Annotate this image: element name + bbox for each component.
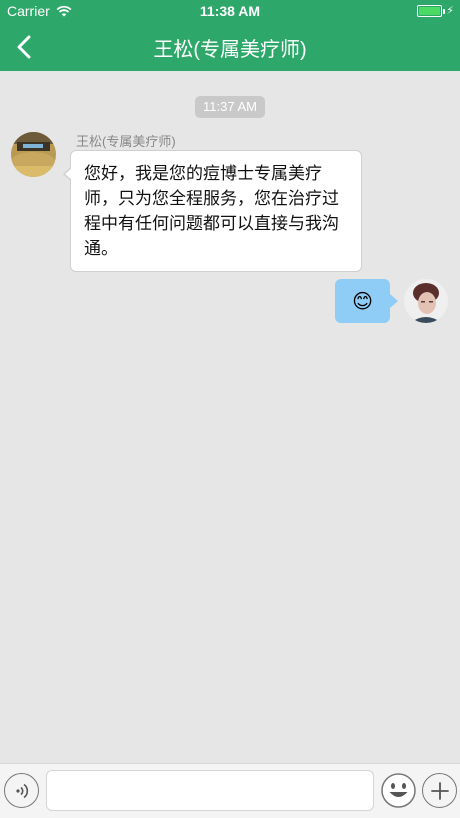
battery-icon: [417, 5, 446, 17]
battery-fill: [419, 7, 441, 15]
plus-icon: [430, 781, 449, 800]
chat-area[interactable]: 11:37 AM 王松(专属美疗师) 您好，我是您的痘博士专属美疗师，只为您全程…: [0, 71, 460, 763]
therapist-avatar[interactable]: [11, 132, 56, 177]
message-input[interactable]: [46, 770, 374, 811]
page-title: 王松(专属美疗师): [153, 39, 307, 61]
emoji-icon: [381, 773, 416, 808]
message-timestamp: 11:37 AM: [195, 96, 265, 118]
app-header: Carrier 11:38 AM ⚡ 王松(专属美疗师): [0, 0, 460, 71]
emoji-button[interactable]: [381, 773, 416, 808]
input-bar: [0, 763, 460, 818]
incoming-message-text: 您好，我是您的痘博士专属美疗师，只为您全程服务，您在治疗过程中有任何问题都可以直…: [84, 164, 339, 258]
nav-bar: 王松(专属美疗师): [0, 22, 460, 71]
therapist-avatar-image: [11, 132, 56, 177]
user-avatar[interactable]: [404, 279, 448, 323]
incoming-message-bubble[interactable]: 您好，我是您的痘博士专属美疗师，只为您全程服务，您在治疗过程中有任何问题都可以直…: [63, 150, 362, 272]
status-bar: Carrier 11:38 AM ⚡: [0, 0, 460, 22]
voice-icon: [15, 783, 28, 798]
status-time: 11:38 AM: [199, 3, 261, 19]
more-button[interactable]: [422, 773, 457, 808]
sender-name: 王松(专属美疗师): [76, 134, 176, 149]
outgoing-message-text: 😊: [352, 290, 373, 313]
battery-indicator: ⚡: [417, 5, 454, 17]
voice-button[interactable]: [4, 773, 39, 808]
outgoing-message-bubble[interactable]: 😊: [335, 279, 398, 323]
charging-icon: ⚡: [446, 5, 454, 17]
user-avatar-image: [404, 279, 448, 323]
